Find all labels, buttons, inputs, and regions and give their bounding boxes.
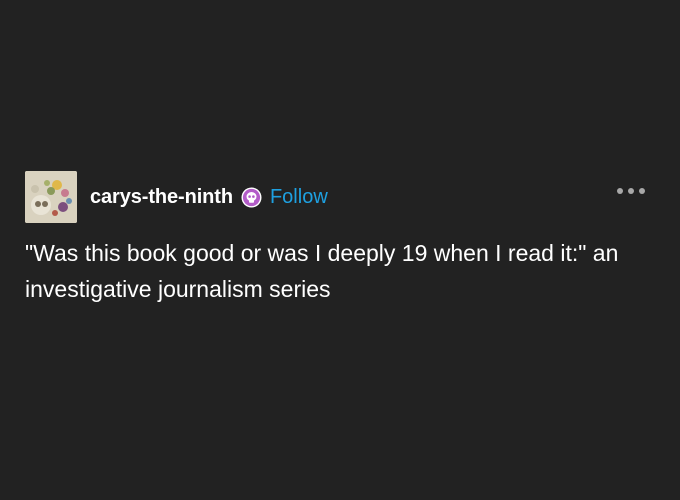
follow-button[interactable]: Follow bbox=[270, 186, 328, 209]
dot bbox=[628, 188, 634, 194]
username-link[interactable]: carys-the-ninth bbox=[90, 186, 233, 209]
dot bbox=[639, 188, 645, 194]
post-header: carys-the-ninth Follow bbox=[25, 170, 665, 224]
ellipsis-icon[interactable] bbox=[617, 188, 645, 194]
avatar-image bbox=[25, 171, 77, 223]
skull-icon bbox=[241, 187, 262, 208]
post-text: "Was this book good or was I deeply 19 w… bbox=[25, 240, 619, 302]
dot bbox=[617, 188, 623, 194]
avatar[interactable] bbox=[25, 171, 77, 223]
post-card: carys-the-ninth Follow "Was this book go… bbox=[0, 0, 680, 500]
